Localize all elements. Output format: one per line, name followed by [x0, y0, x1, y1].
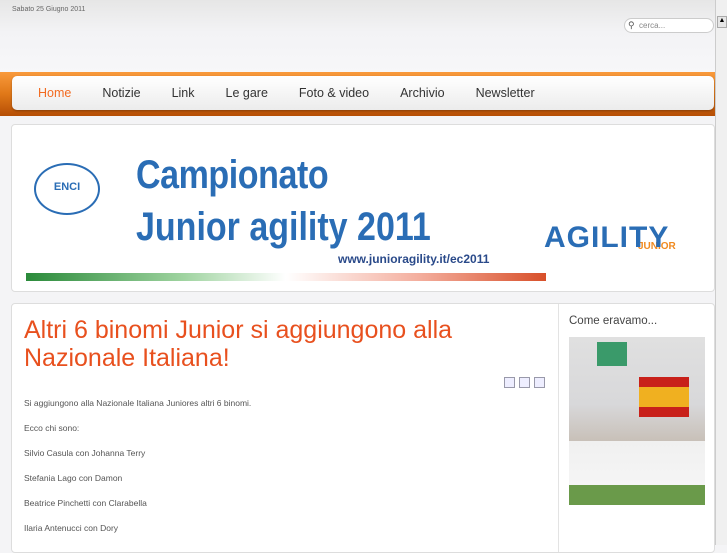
paragraph: Beatrice Pinchetti con Clarabella — [24, 498, 147, 508]
nav-foto-video[interactable]: Foto & video — [299, 86, 369, 100]
nav-notizie[interactable]: Notizie — [102, 86, 140, 100]
search-icon: ⚲ — [628, 20, 635, 30]
sidebar-title: Come eravamo... — [569, 315, 658, 327]
banner: ENCI Campionato Junior agility 2011 www.… — [11, 124, 715, 292]
paragraph: Ecco chi sono: — [24, 423, 80, 433]
enci-logo: ENCI — [34, 163, 100, 215]
banner-line2: Junior agility 2011 — [136, 205, 431, 249]
nav-archivio[interactable]: Archivio — [400, 86, 444, 100]
nav-le-gare[interactable]: Le gare — [226, 86, 268, 100]
article: Altri 6 binomi Junior si aggiungono alla… — [12, 304, 559, 552]
email-icon[interactable] — [534, 377, 545, 388]
pdf-icon[interactable] — [504, 377, 515, 388]
main-nav: Home Notizie Link Le gare Foto & video A… — [12, 76, 714, 110]
paragraph: Ilaria Antenucci con Dory — [24, 523, 119, 533]
date-label: Sabato 25 Giugno 2011 — [12, 6, 86, 13]
header: Sabato 25 Giugno 2011 ⚲ cerca... — [0, 0, 715, 72]
paragraph: Si aggiungono alla Nazionale Italiana Ju… — [24, 398, 252, 408]
nav-home[interactable]: Home — [38, 86, 71, 100]
print-icon[interactable] — [519, 377, 530, 388]
podium-photo[interactable] — [569, 337, 705, 505]
banner-url: www.junioragility.it/ec2011 — [338, 252, 490, 266]
main-panel: Altri 6 binomi Junior si aggiungono alla… — [11, 303, 715, 553]
article-title: Altri 6 binomi Junior si aggiungono alla… — [24, 316, 453, 372]
nav-newsletter[interactable]: Newsletter — [476, 86, 535, 100]
paragraph: Silvio Casula con Johanna Terry — [24, 448, 146, 458]
scroll-up-arrow-icon[interactable]: ▲ — [717, 16, 727, 28]
agility-logo-text: AGILITY — [544, 221, 670, 254]
search-placeholder: cerca... — [639, 21, 666, 30]
nav-link[interactable]: Link — [172, 86, 195, 100]
search-input[interactable]: ⚲ cerca... — [624, 18, 714, 33]
banner-line1: Campionato — [136, 153, 329, 197]
tricolor-stripe — [26, 273, 546, 281]
paragraph: Stefania Lago con Damon — [24, 473, 123, 483]
scrollbar[interactable]: ▲ — [715, 0, 727, 545]
